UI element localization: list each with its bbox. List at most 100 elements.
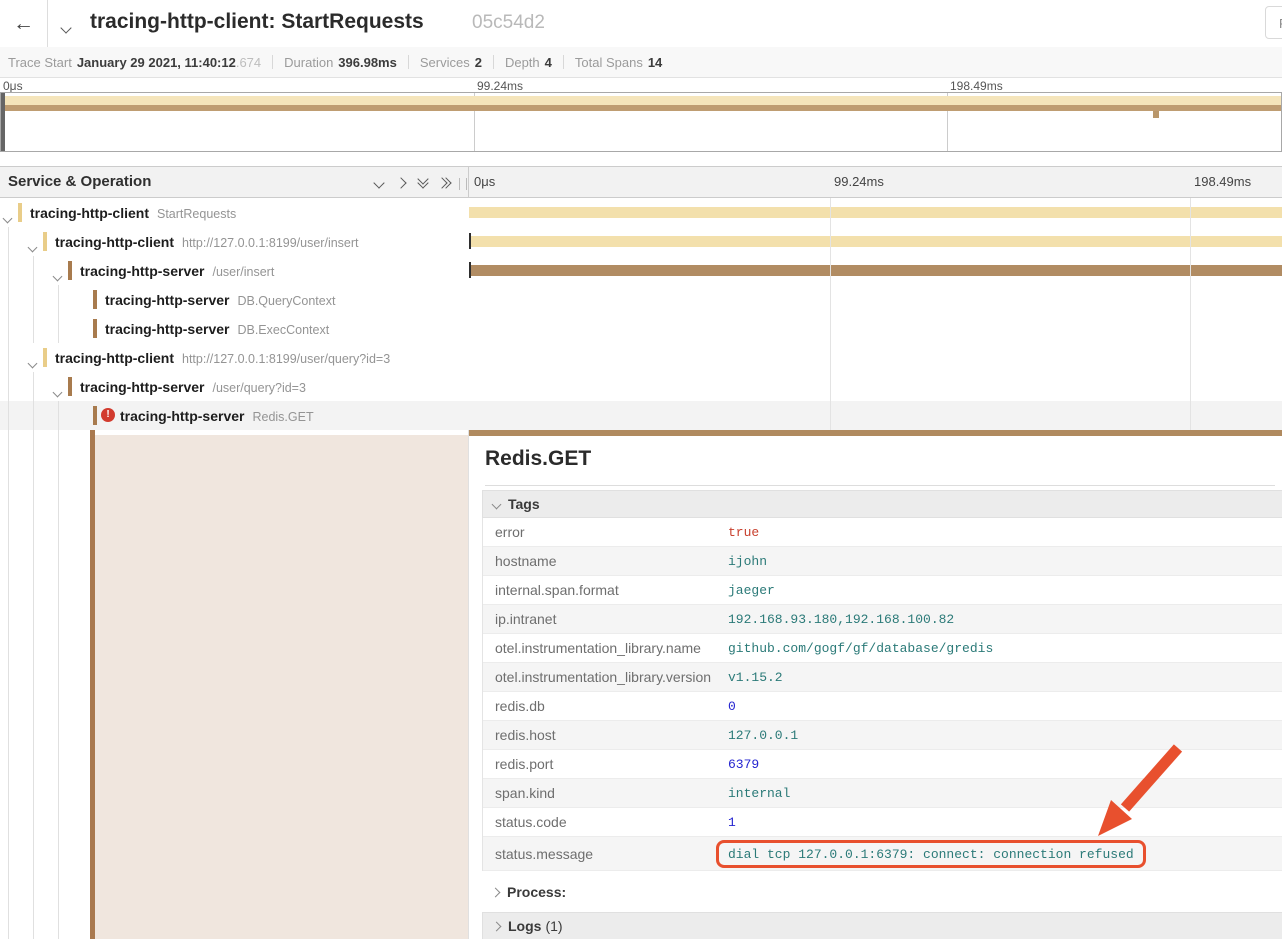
minimap-tick: 99.24ms <box>477 79 523 93</box>
span-row[interactable]: tracing-http-server/user/insert <box>0 256 1282 285</box>
minimap-tick-labels: 0μs 99.24ms 198.49ms <box>0 79 1282 92</box>
tag-key: otel.instrumentation_library.name <box>483 640 728 656</box>
summary-value: 14 <box>648 55 662 70</box>
tree-guide <box>58 285 59 343</box>
span-service: tracing-http-server <box>80 263 204 279</box>
span-row[interactable]: tracing-http-clienthttp://127.0.0.1:8199… <box>0 227 1282 256</box>
span-tree-cell: tracing-http-clienthttp://127.0.0.1:8199… <box>0 343 468 372</box>
process-section-header[interactable]: Process: <box>482 878 566 906</box>
timeline-gridline <box>1190 198 1191 430</box>
tag-row-status-message: status.message dial tcp 127.0.0.1:6379: … <box>483 837 1282 871</box>
tag-value: internal <box>728 786 790 801</box>
tag-key: redis.port <box>483 756 728 772</box>
chevron-down-icon <box>28 359 38 369</box>
span-collapse-toggle[interactable] <box>4 209 11 227</box>
tag-value: true <box>728 525 759 540</box>
selected-span-duration-bar[interactable] <box>469 430 1282 436</box>
logs-section-header[interactable]: Logs (1) <box>482 912 1282 939</box>
tag-value: v1.15.2 <box>728 670 783 685</box>
expand-all-button[interactable] <box>437 176 455 190</box>
span-operation: DB.ExecContext <box>237 323 329 337</box>
span-tree-cell: tracing-http-clientStartRequests <box>0 198 468 227</box>
span-operation: /user/query?id=3 <box>212 381 305 395</box>
chevron-right-icon <box>491 887 501 897</box>
separator <box>563 55 564 69</box>
span-row[interactable]: tracing-http-serverDB.QueryContext <box>0 285 1282 314</box>
span-row[interactable]: tracing-http-clienthttp://127.0.0.1:8199… <box>0 343 1282 372</box>
summary-label: Duration <box>284 55 333 70</box>
span-collapse-toggle[interactable] <box>54 383 61 401</box>
tags-section-header[interactable]: Tags <box>482 490 1282 518</box>
timeline-minimap[interactable] <box>0 92 1282 152</box>
jaeger-trace-page: ← tracing-http-client: StartRequests 05c… <box>0 0 1282 939</box>
span-row[interactable]: tracing-http-server/user/query?id=3 <box>0 372 1282 401</box>
minimap-tick: 198.49ms <box>950 79 1003 93</box>
back-arrow-icon: ← <box>13 12 34 36</box>
tag-row: redis.db 0 <box>483 692 1282 721</box>
span-collapse-toggle[interactable] <box>29 354 36 372</box>
tag-value: 127.0.0.1 <box>728 728 798 743</box>
tag-value: dial tcp 127.0.0.1:6379: connect: connec… <box>728 847 1134 862</box>
tag-row: error true <box>483 518 1282 547</box>
service-color-bar <box>93 319 97 338</box>
logs-section-label: Logs <box>508 918 541 934</box>
ruler-tick: 198.49ms <box>1194 174 1251 189</box>
find-button-partial[interactable]: F <box>1265 6 1282 39</box>
detail-row-gutter <box>0 430 468 939</box>
tree-guide <box>8 430 9 939</box>
summary-value: January 29 2021, 11:40:12 <box>77 55 236 70</box>
expand-one-button[interactable] <box>392 176 410 190</box>
service-color-bar <box>68 261 72 280</box>
collapse-all-button[interactable] <box>414 176 432 190</box>
tree-guide <box>8 227 9 430</box>
chevron-down-icon <box>53 272 63 282</box>
service-color-bar <box>93 290 97 309</box>
timeline-grid-header: Service & Operation 0μs 99.24ms 198.49ms <box>0 166 1282 198</box>
tag-key: internal.span.format <box>483 582 728 598</box>
timeline-gridline <box>830 198 831 430</box>
tree-guide <box>33 372 34 430</box>
tag-key: ip.intranet <box>483 611 728 627</box>
span-rows: tracing-http-clientStartRequests tracing… <box>0 198 1282 430</box>
minimap-drag-handle[interactable] <box>1 93 5 151</box>
collapse-one-button[interactable] <box>370 176 388 190</box>
service-operation-header: Service & Operation <box>8 173 151 190</box>
span-operation: DB.QueryContext <box>237 294 335 308</box>
tag-key: error <box>483 524 728 540</box>
span-row[interactable]: tracing-http-clientStartRequests <box>0 198 1282 227</box>
tag-row: hostname ijohn <box>483 547 1282 576</box>
span-tree-cell: ! tracing-http-serverRedis.GET <box>0 401 468 430</box>
column-resizer-grip[interactable] <box>459 178 467 190</box>
logs-count: (1) <box>545 918 562 934</box>
minimap-server-band <box>5 105 1281 111</box>
service-color-bar <box>93 406 97 425</box>
span-duration-bar[interactable] <box>469 207 1282 218</box>
span-row-selected[interactable]: ! tracing-http-serverRedis.GET <box>0 401 1282 430</box>
span-service: tracing-http-server <box>105 321 229 337</box>
service-color-bar <box>68 377 72 396</box>
span-duration-bar[interactable] <box>471 236 1282 247</box>
back-button[interactable]: ← <box>0 0 48 47</box>
service-color-bar <box>43 348 47 367</box>
trace-id: 05c54d2 <box>472 12 545 34</box>
minimap-span-marker <box>1153 111 1159 118</box>
trace-title-collapse-toggle[interactable] <box>62 19 70 37</box>
summary-value-suffix: .674 <box>236 55 261 70</box>
span-duration-bar[interactable] <box>471 265 1282 276</box>
tag-row: redis.port 6379 <box>483 750 1282 779</box>
span-collapse-toggle[interactable] <box>29 238 36 256</box>
tag-row: otel.instrumentation_library.name github… <box>483 634 1282 663</box>
span-tree-cell: tracing-http-serverDB.QueryContext <box>0 285 468 314</box>
chevron-down-icon <box>60 22 71 33</box>
tag-key: otel.instrumentation_library.version <box>483 669 728 685</box>
detail-row-backdrop <box>95 435 468 939</box>
ruler-tick: 99.24ms <box>834 174 884 189</box>
chevron-down-icon <box>53 388 63 398</box>
span-operation: /user/insert <box>212 265 274 279</box>
trace-summary-bar: Trace Start January 29 2021, 11:40:12 .6… <box>0 47 1282 78</box>
span-collapse-toggle[interactable] <box>54 267 61 285</box>
tag-key: status.message <box>483 846 728 862</box>
tag-row: redis.host 127.0.0.1 <box>483 721 1282 750</box>
span-row[interactable]: tracing-http-server DB.ExecContext <box>0 314 1282 343</box>
span-detail-panel: Redis.GET Tags error true hostname ijohn… <box>468 430 1282 939</box>
